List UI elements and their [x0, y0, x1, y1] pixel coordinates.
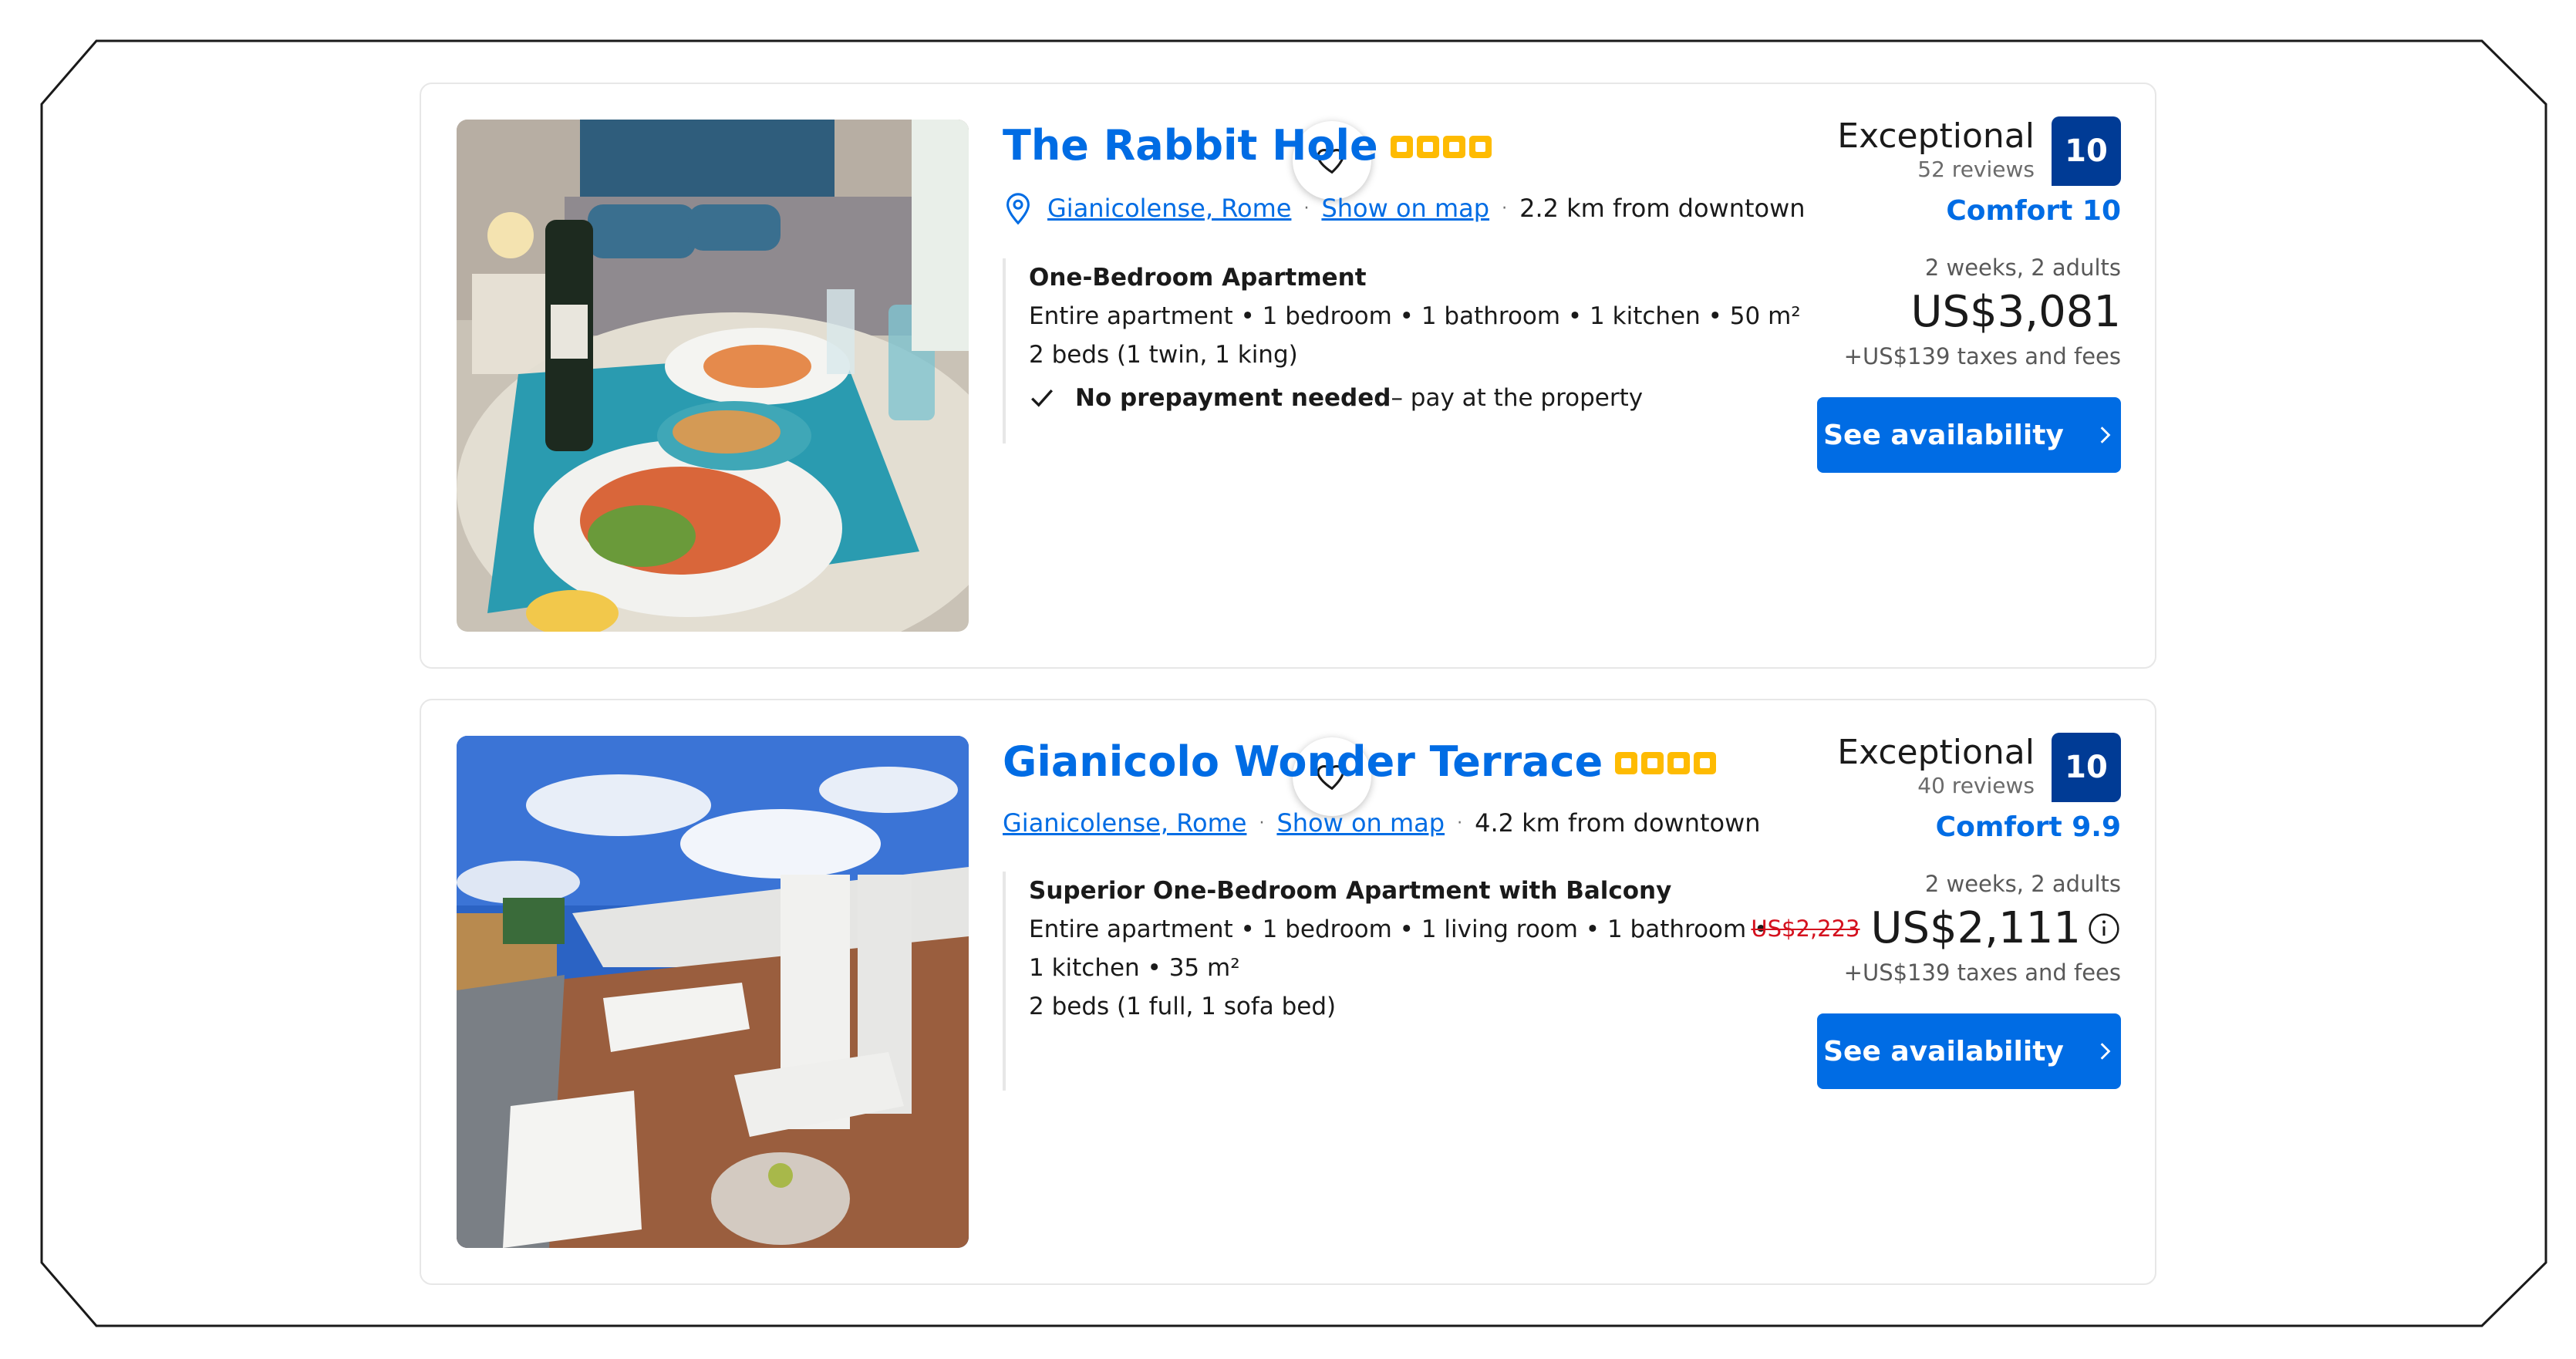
review-score-word: Exceptional: [1837, 733, 2035, 772]
stay-length: 2 weeks, 2 adults: [1924, 871, 2121, 897]
room-name: Superior One-Bedroom Apartment with Balc…: [1029, 877, 1672, 905]
bed-info: 2 beds (1 twin, 1 king): [1029, 341, 1298, 369]
room-name: One-Bedroom Apartment: [1029, 264, 1367, 292]
see-availability-button[interactable]: See availability: [1817, 397, 2121, 473]
star-icon: [1667, 752, 1691, 774]
price-panel: Exceptional 52 reviews 10 Comfort 10 2 w…: [1720, 116, 2121, 473]
prepayment-rest: – pay at the property: [1391, 384, 1644, 412]
star-rating: [1615, 752, 1717, 774]
review-count: 40 reviews: [1917, 773, 2035, 798]
separator: ·: [1457, 813, 1463, 833]
prepayment-note: No prepayment needed – pay at the proper…: [1029, 379, 1801, 417]
star-icon: [1641, 752, 1664, 774]
room-details: One-Bedroom Apartment Entire apartment •…: [1003, 258, 1801, 443]
taxes-and-fees: +US$139 taxes and fees: [1843, 343, 2121, 369]
bed-info: 2 beds (1 full, 1 sofa bed): [1029, 993, 1337, 1020]
separator: ·: [1502, 198, 1508, 218]
property-photo[interactable]: [457, 120, 969, 632]
star-icon: [1694, 752, 1717, 774]
room-details: Superior One-Bedroom Apartment with Balc…: [1003, 872, 1768, 1091]
star-rating: [1390, 136, 1492, 158]
distance-text: 4.2 km from downtown: [1475, 808, 1761, 838]
price-panel: Exceptional 40 reviews 10 Comfort 9.9 2 …: [1720, 733, 2121, 1089]
review-score-word: Exceptional: [1837, 116, 2035, 156]
property-title[interactable]: The Rabbit Hole: [1003, 121, 1378, 170]
taxes-and-fees: +US$139 taxes and fees: [1843, 959, 2121, 986]
star-icon: [1390, 136, 1413, 158]
price: US$3,081: [1910, 287, 2121, 337]
star-icon: [1615, 752, 1638, 774]
property-title[interactable]: Gianicolo Wonder Terrace: [1003, 737, 1603, 786]
separator: ·: [1303, 198, 1310, 218]
chevron-right-icon: [2100, 1043, 2111, 1060]
see-availability-button[interactable]: See availability: [1817, 1013, 2121, 1089]
comfort-score: Comfort 9.9: [1935, 811, 2121, 843]
property-card: Gianicolo Wonder Terrace Gianicolense, R…: [420, 699, 2156, 1285]
chevron-right-icon: [2100, 427, 2111, 443]
checkmark-icon: [1031, 389, 1054, 407]
show-on-map-link[interactable]: Show on map: [1321, 194, 1489, 223]
star-icon: [1442, 136, 1465, 158]
separator: ·: [1259, 813, 1265, 833]
room-features: Entire apartment • 1 bedroom • 1 bathroo…: [1029, 302, 1801, 330]
original-price: US$2,223: [1751, 915, 1860, 942]
location-row: Gianicolense, Rome · Show on map · 2.2 k…: [1003, 191, 1806, 226]
property-card: The Rabbit Hole Gianicolense, Rome · Sho…: [420, 83, 2156, 669]
info-icon[interactable]: [2087, 912, 2121, 946]
room-features: Entire apartment • 1 bedroom • 1 living …: [1029, 916, 1768, 943]
star-icon: [1468, 136, 1492, 158]
stay-length: 2 weeks, 2 adults: [1924, 255, 2121, 281]
property-photo[interactable]: [457, 736, 969, 1248]
review-count: 52 reviews: [1917, 157, 2035, 182]
show-on-map-link[interactable]: Show on map: [1276, 808, 1445, 838]
prepayment-bold: No prepayment needed: [1075, 384, 1391, 412]
star-icon: [1416, 136, 1439, 158]
location-link[interactable]: Gianicolense, Rome: [1003, 808, 1246, 838]
comfort-score: Comfort 10: [1946, 195, 2121, 227]
location-row: Gianicolense, Rome · Show on map · 4.2 k…: [1003, 808, 1761, 838]
location-pin-icon: [1006, 193, 1030, 225]
button-label: See availability: [1823, 1035, 2064, 1067]
location-link[interactable]: Gianicolense, Rome: [1047, 194, 1291, 223]
button-label: See availability: [1823, 419, 2064, 451]
price: US$2,111: [1870, 903, 2081, 953]
room-features-cont: 1 kitchen • 35 m²: [1029, 954, 1240, 982]
review-score-badge: 10: [2052, 116, 2121, 186]
review-score-badge: 10: [2052, 733, 2121, 802]
